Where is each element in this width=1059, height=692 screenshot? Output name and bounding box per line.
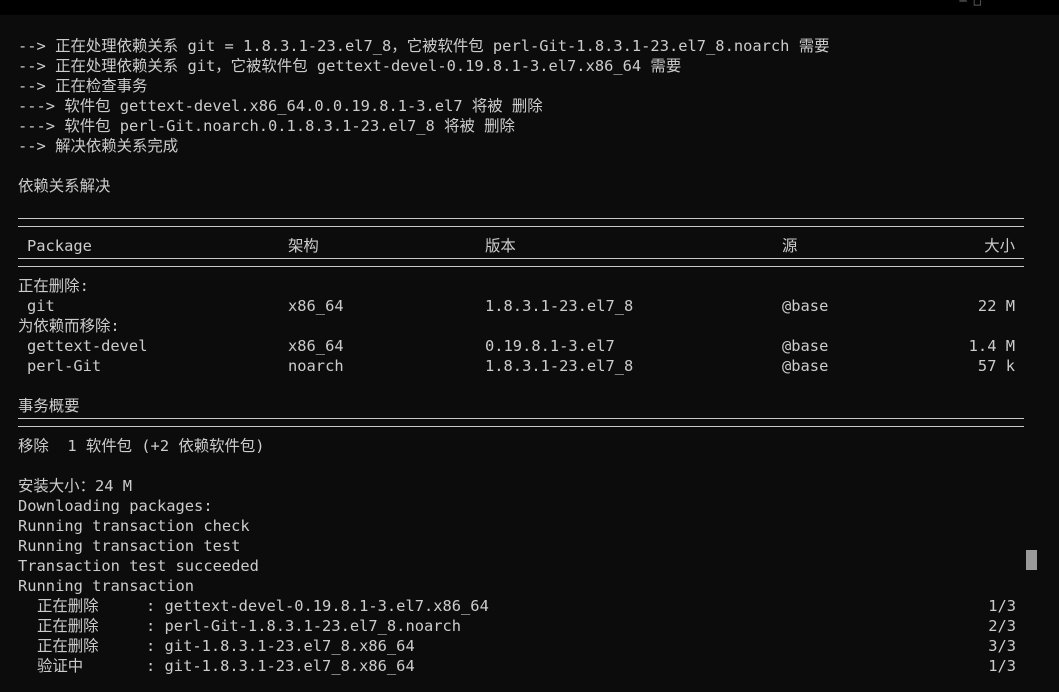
install-size: 安装大小：24 M <box>18 477 133 495</box>
progress-action: 正在删除 <box>37 637 99 655</box>
header-arch: 架构 <box>288 237 319 255</box>
summary-remove: 移除 1 软件包 (+2 依赖软件包) <box>18 437 265 455</box>
cell-version: 1.8.3.1-23.el7_8 <box>485 357 634 375</box>
cell-repo: @base <box>782 297 829 315</box>
progress-count: 1/3 <box>988 657 1016 675</box>
progress-count: 2/3 <box>988 617 1016 635</box>
log-line: --> 正在检查事务 <box>18 77 148 95</box>
cell-arch: x86_64 <box>288 337 344 355</box>
cell-arch: x86_64 <box>288 297 344 315</box>
progress-package: : git-1.8.3.1-23.el7_8.x86_64 <box>146 657 415 675</box>
title-bar: ─ □ <box>0 0 1059 15</box>
progress-action: 验证中 <box>37 657 84 675</box>
log-line: Transaction test succeeded <box>18 557 259 575</box>
scrollbar-thumb[interactable] <box>1026 550 1037 570</box>
progress-package: : perl-Git-1.8.3.1-23.el7_8.noarch <box>146 617 462 635</box>
cell-repo: @base <box>782 357 829 375</box>
log-line: Downloading packages: <box>18 497 213 515</box>
section-dependency: 为依赖而移除: <box>18 317 120 335</box>
resolved-line: 依赖关系解决 <box>18 177 111 195</box>
separator <box>18 258 1024 267</box>
progress-action: 正在删除 <box>37 597 99 615</box>
summary-title: 事务概要 <box>18 397 80 415</box>
section-removing: 正在删除: <box>18 277 89 295</box>
log-line: ---> 软件包 gettext-devel.x86_64.0.0.19.8.1… <box>18 97 543 115</box>
cell-repo: @base <box>782 337 829 355</box>
cell-version: 1.8.3.1-23.el7_8 <box>485 297 634 315</box>
cell-arch: noarch <box>288 357 344 375</box>
progress-package: : git-1.8.3.1-23.el7_8.x86_64 <box>146 637 415 655</box>
header-size: 大小 <box>984 237 1015 255</box>
log-line: Running transaction check <box>18 517 250 535</box>
cell-size: 22 M <box>977 297 1015 315</box>
separator <box>18 418 1024 427</box>
terminal-output[interactable]: --> 正在处理依赖关系 git = 1.8.3.1-23.el7_8，它被软件… <box>0 15 1040 692</box>
log-line: --> 正在处理依赖关系 git = 1.8.3.1-23.el7_8，它被软件… <box>18 37 830 55</box>
window-controls[interactable]: ─ □ <box>959 0 981 8</box>
separator <box>18 218 1024 227</box>
progress-count: 1/3 <box>988 597 1016 615</box>
header-package: Package <box>27 237 92 255</box>
log-line: ---> 软件包 perl-Git.noarch.0.1.8.3.1-23.el… <box>18 117 515 135</box>
cell-size: 57 k <box>977 357 1015 375</box>
log-line: Running transaction test <box>18 537 241 555</box>
log-line: --> 正在处理依赖关系 git，它被软件包 gettext-devel-0.1… <box>18 57 682 75</box>
header-version: 版本 <box>485 237 516 255</box>
cell-version: 0.19.8.1-3.el7 <box>485 337 615 355</box>
cell-package: perl-Git <box>27 357 102 375</box>
progress-count: 3/3 <box>988 637 1016 655</box>
log-line: Running transaction <box>18 577 195 595</box>
header-repo: 源 <box>782 237 798 255</box>
log-line: --> 解决依赖关系完成 <box>18 137 179 155</box>
cell-package: gettext-devel <box>27 337 148 355</box>
progress-action: 正在删除 <box>37 617 99 635</box>
cell-size: 1.4 M <box>968 337 1015 355</box>
cell-package: git <box>27 297 55 315</box>
progress-package: : gettext-devel-0.19.8.1-3.el7.x86_64 <box>146 597 489 615</box>
